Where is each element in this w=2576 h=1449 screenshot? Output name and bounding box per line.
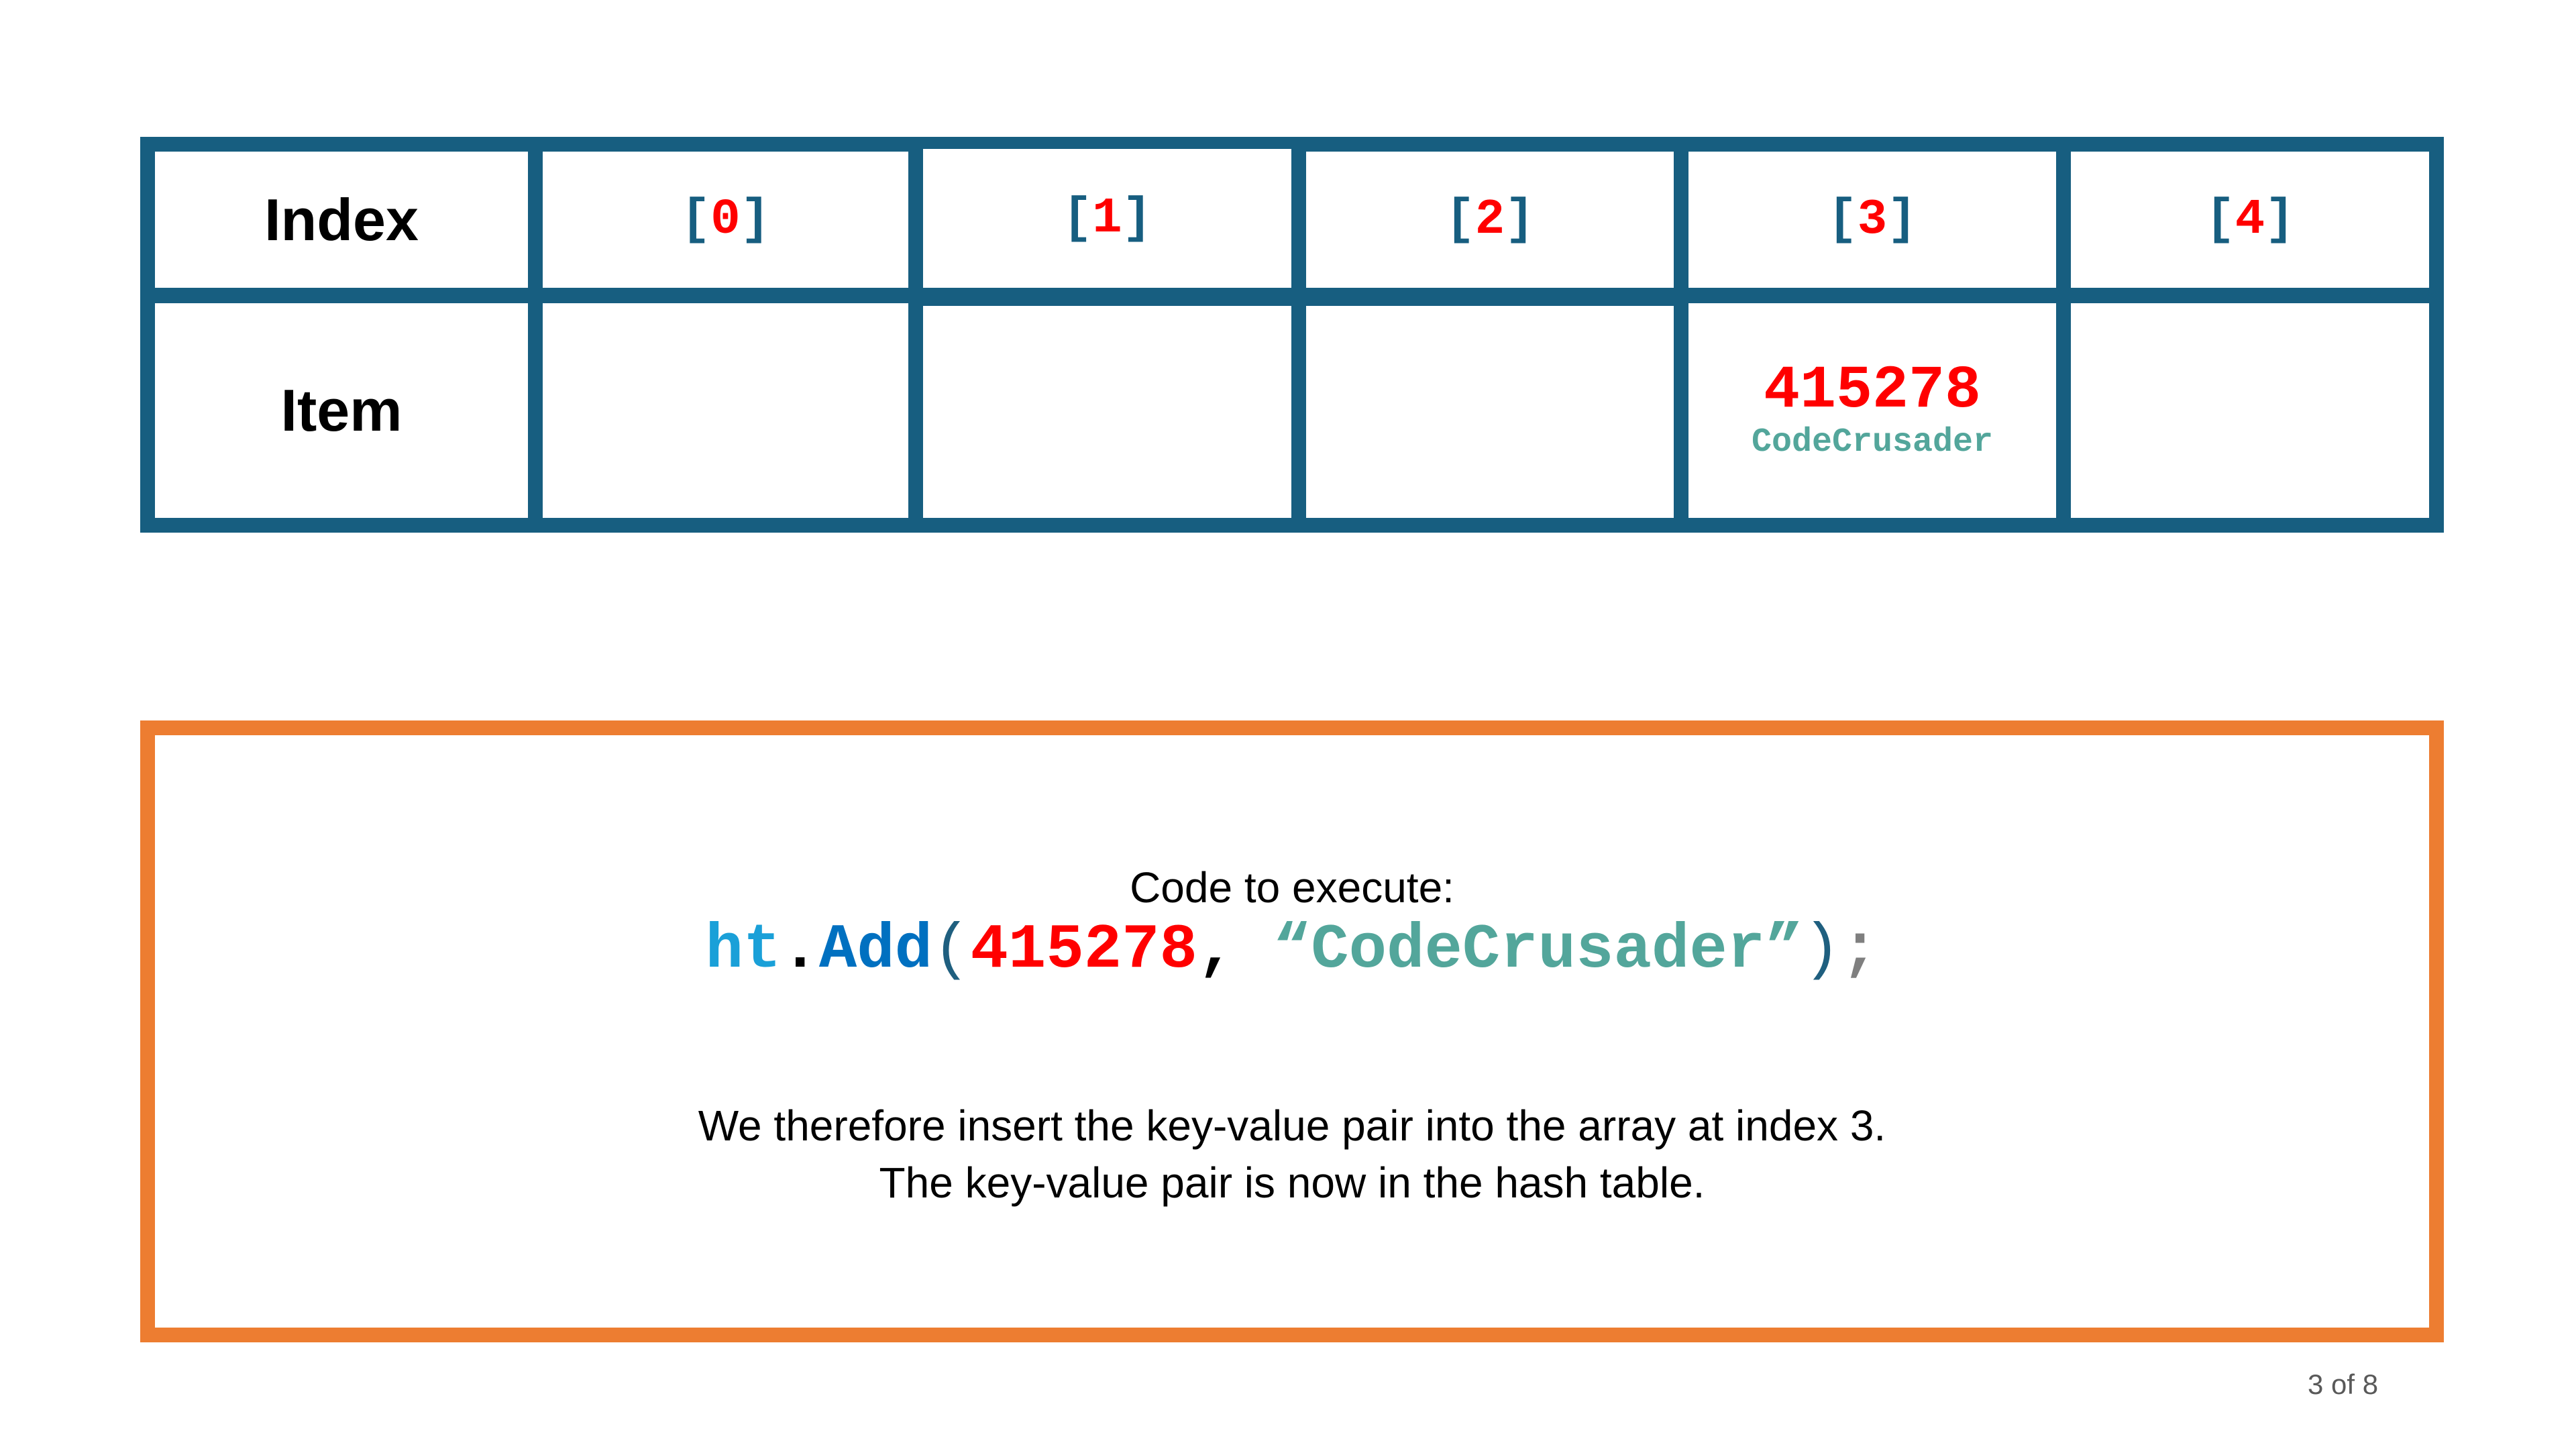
code-line: ht.Add(415278, “CodeCrusader”); (155, 915, 2429, 986)
item-cell-0 (543, 303, 908, 518)
code-semicolon: ; (1840, 915, 1879, 986)
bracket: [ (2205, 191, 2235, 248)
item-value: CodeCrusader (1751, 423, 1994, 462)
code-comma: , (1197, 915, 1273, 986)
row-header-index: Index (155, 152, 528, 288)
code-open-paren: ( (932, 915, 971, 986)
code-dot: . (781, 915, 819, 986)
code-value: “CodeCrusader” (1273, 915, 1803, 986)
index-cell-0: [0] (543, 152, 908, 288)
bracket: [ (680, 191, 711, 248)
item-key: 415278 (1763, 357, 1982, 426)
item-cell-4 (2071, 303, 2429, 518)
bracket: ] (2265, 191, 2295, 248)
bracket: ] (740, 191, 771, 248)
bracket: ] (1887, 191, 1917, 248)
bracket: [ (1445, 191, 1475, 248)
index-cell-1: [1] (923, 149, 1291, 288)
bracket: ] (1122, 190, 1152, 247)
explanation-line-2: The key-value pair is now in the hash ta… (879, 1159, 1705, 1207)
code-object: ht (705, 915, 782, 986)
index-number: 2 (1474, 191, 1505, 248)
code-key: 415278 (970, 915, 1197, 986)
index-cell-2: [2] (1306, 152, 1674, 288)
row-header-item: Item (155, 303, 528, 518)
item-cell-1 (923, 306, 1291, 518)
bracket: ] (1505, 191, 1535, 248)
index-cell-3: [3] (1688, 152, 2056, 288)
index-number: 4 (2235, 191, 2265, 248)
index-number: 0 (710, 191, 741, 248)
code-panel: Code to execute: ht.Add(415278, “CodeCru… (140, 720, 2444, 1342)
index-number: 3 (1857, 191, 1888, 248)
hash-table: Index Item [0] [1] [2] [3] [4] 415278 Co… (140, 137, 2444, 533)
bracket: [ (1827, 191, 1858, 248)
code-method: Add (818, 915, 933, 986)
item-cell-3: 415278 CodeCrusader (1688, 303, 2056, 518)
index-cell-4: [4] (2071, 152, 2429, 288)
item-cell-2 (1306, 306, 1674, 518)
index-number: 1 (1092, 190, 1122, 247)
explanation-line-1: We therefore insert the key-value pair i… (698, 1102, 1886, 1150)
code-close-paren: ) (1803, 915, 1841, 986)
slide-counter: 3 of 8 (2308, 1368, 2379, 1400)
bracket: [ (1062, 190, 1093, 247)
code-intro: Code to execute: (1130, 863, 1454, 912)
